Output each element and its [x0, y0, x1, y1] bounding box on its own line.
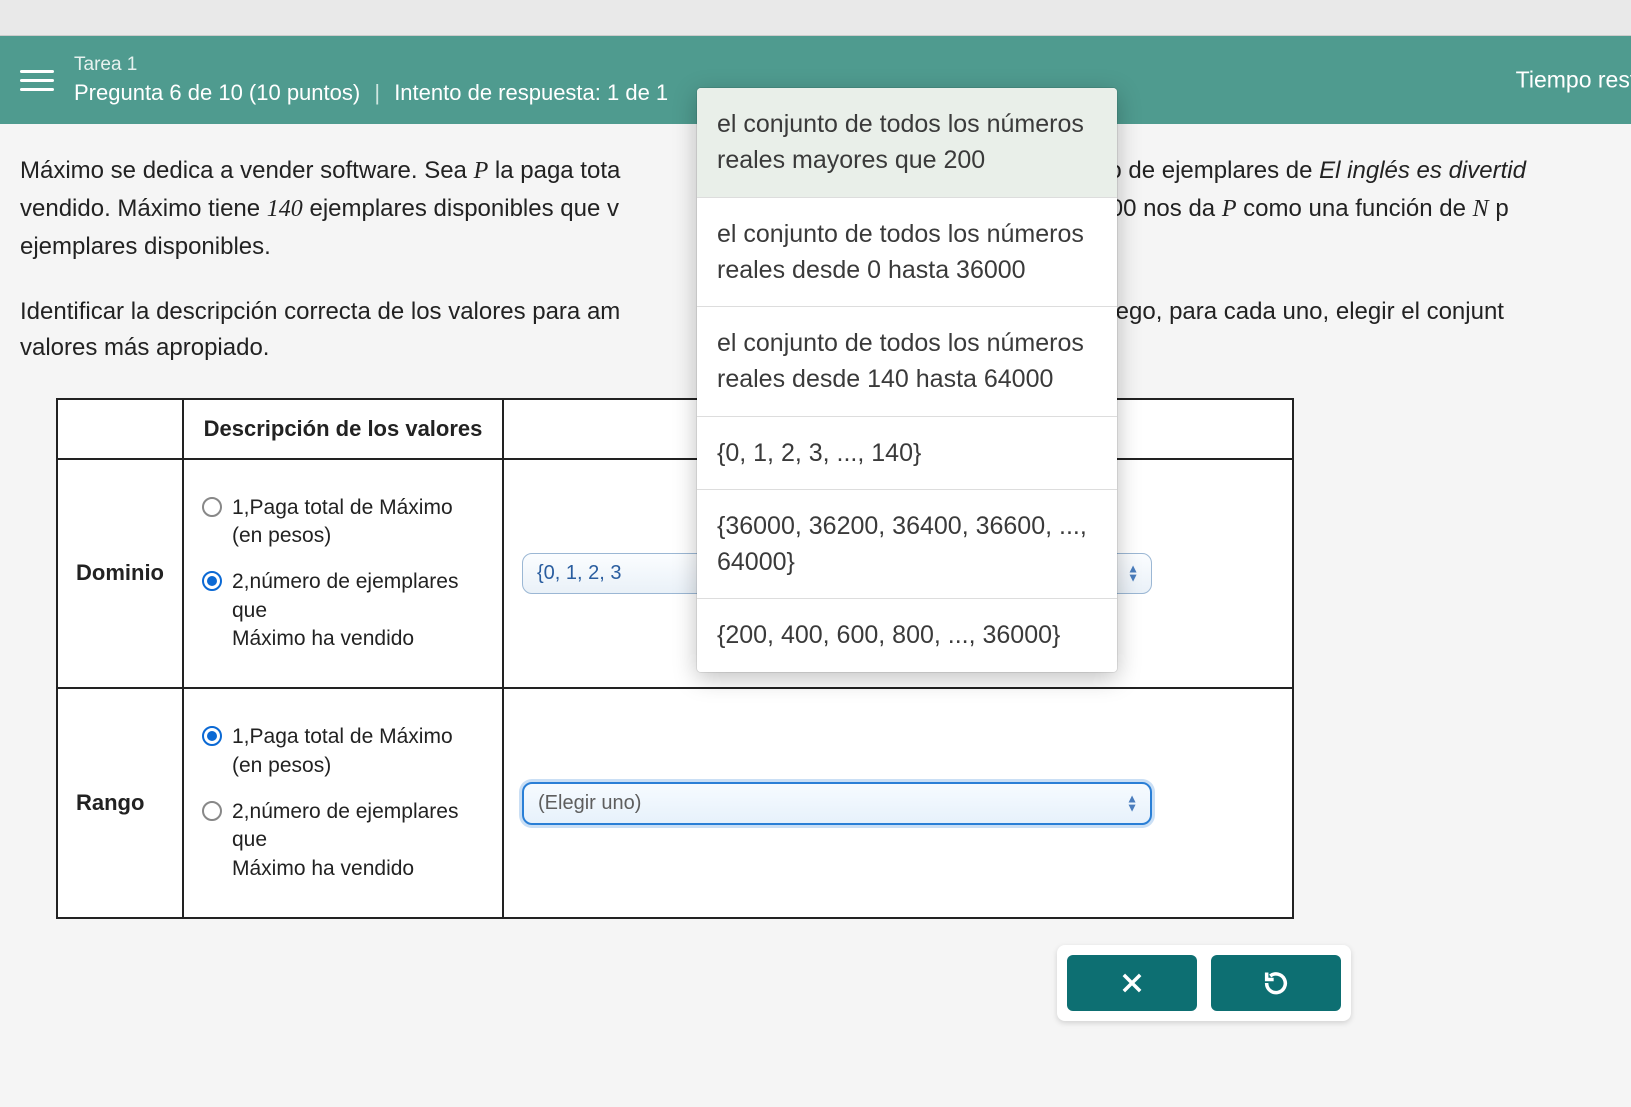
range-option-1[interactable]: 1,Paga total de Máximo (en pesos) — [202, 723, 484, 780]
set-dropdown-menu[interactable]: el conjunto de todos los números reales … — [697, 88, 1117, 672]
instruction-1: Identificar la descripción correcta de l… — [20, 298, 620, 325]
range-set-select-value: (Elegir uno) — [538, 792, 641, 814]
undo-icon — [1262, 969, 1290, 997]
close-icon — [1118, 969, 1146, 997]
math-P2: P — [1222, 196, 1237, 222]
question-label: Pregunta 6 de 10 (10 puntos) — [74, 80, 360, 105]
radio-icon[interactable] — [202, 497, 222, 517]
range-option-2-label: 2,número de ejemplares que Máximo ha ven… — [232, 798, 484, 883]
math-P: P — [474, 158, 489, 184]
row-label-domain: Dominio — [57, 459, 183, 689]
prompt-2d: como una función de — [1236, 195, 1472, 222]
range-option-1-label: 1,Paga total de Máximo (en pesos) — [232, 723, 484, 780]
prompt-1a: Máximo se dedica a vender software. Sea — [20, 157, 474, 184]
radio-icon[interactable] — [202, 571, 222, 591]
radio-icon[interactable] — [202, 801, 222, 821]
prompt-2a: vendido. Máximo tiene — [20, 195, 267, 222]
range-set-select[interactable]: (Elegir uno) ▲▼ — [522, 782, 1152, 825]
time-remaining-label: Tiempo restante — [1516, 67, 1631, 94]
desc-cell-domain: 1,Paga total de Máximo (en pesos) 2,núme… — [183, 459, 503, 689]
prompt-3: ejemplares disponibles. — [20, 233, 271, 260]
domain-option-1-label: 1,Paga total de Máximo (en pesos) — [232, 494, 484, 551]
set-cell-range: (Elegir uno) ▲▼ — [503, 688, 1293, 918]
radio-icon[interactable] — [202, 726, 222, 746]
header-texts: Tarea 1 Pregunta 6 de 10 (10 puntos) | I… — [74, 54, 668, 106]
prompt-2b: ejemplares disponibles que v — [303, 195, 619, 222]
domain-set-select-value: {0, 1, 2, 3 — [537, 562, 622, 584]
desc-cell-range: 1,Paga total de Máximo (en pesos) 2,núme… — [183, 688, 503, 918]
domain-option-2[interactable]: 2,número de ejemplares que Máximo ha ven… — [202, 568, 484, 653]
col-header-desc: Descripción de los valores — [183, 399, 503, 459]
dropdown-option[interactable]: {36000, 36200, 36400, 36600, ..., 64000} — [697, 490, 1117, 600]
prompt-1b: la paga tota — [488, 157, 620, 184]
domain-option-2-label: 2,número de ejemplares que Máximo ha ven… — [232, 568, 484, 653]
reset-button[interactable] — [1211, 955, 1341, 1011]
dropdown-option[interactable]: el conjunto de todos los números reales … — [697, 198, 1117, 308]
prompt-2e: p — [1489, 195, 1509, 222]
book-title: El inglés es divertid — [1319, 157, 1526, 184]
domain-option-1[interactable]: 1,Paga total de Máximo (en pesos) — [202, 494, 484, 551]
header-separator: | — [374, 80, 380, 105]
task-label: Tarea 1 — [74, 54, 668, 76]
corner-cell — [57, 399, 183, 459]
chevron-updown-icon: ▲▼ — [1126, 795, 1138, 812]
question-line: Pregunta 6 de 10 (10 puntos) | Intento d… — [74, 80, 668, 106]
clear-button[interactable] — [1067, 955, 1197, 1011]
dropdown-option[interactable]: el conjunto de todos los números reales … — [697, 88, 1117, 198]
browser-tab-area — [0, 0, 1631, 36]
chevron-updown-icon: ▲▼ — [1127, 565, 1139, 582]
math-140: 140 — [267, 196, 303, 222]
action-button-bar — [1057, 945, 1351, 1021]
dropdown-option[interactable]: {0, 1, 2, 3, ..., 140} — [697, 417, 1117, 490]
instruction-2: valores más apropiado. — [20, 334, 269, 361]
range-option-2[interactable]: 2,número de ejemplares que Máximo ha ven… — [202, 798, 484, 883]
table-row: Rango 1,Paga total de Máximo (en pesos) … — [57, 688, 1293, 918]
attempt-label: Intento de respuesta: 1 de 1 — [394, 80, 668, 105]
menu-icon[interactable] — [20, 63, 54, 97]
row-label-range: Rango — [57, 688, 183, 918]
math-N: N — [1473, 196, 1489, 222]
dropdown-option[interactable]: {200, 400, 600, 800, ..., 36000} — [697, 599, 1117, 671]
dropdown-option[interactable]: el conjunto de todos los números reales … — [697, 307, 1117, 417]
